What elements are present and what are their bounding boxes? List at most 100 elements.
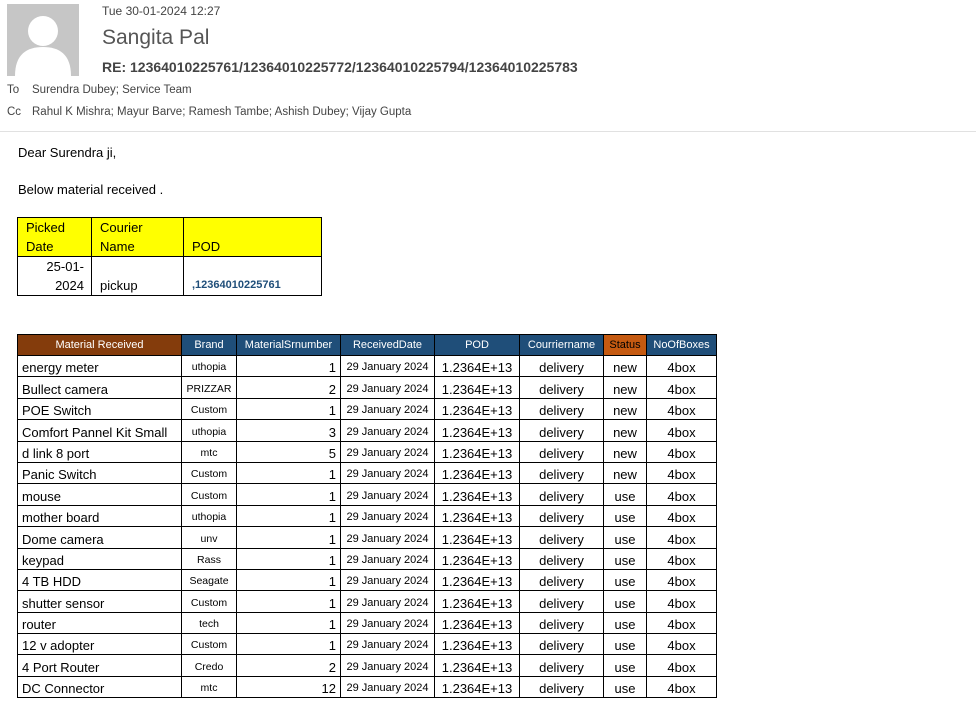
status-cell: use [603,590,647,613]
courier-cell: delivery [519,633,604,656]
material-table: Material Received Brand MaterialSrnumber… [17,334,717,699]
received-date-cell: 29 January 2024 [340,568,435,592]
boxes-cell: 4box [646,397,717,421]
pod-cell: 1.2364E+13 [434,354,520,378]
received-date-cell: 29 January 2024 [340,547,435,570]
boxes-cell: 4box [646,590,717,613]
table-row: keypad Rass 1 29 January 2024 1.2364E+13 deli… [17,547,717,570]
pod-cell: 1.2364E+13 [434,568,520,592]
pod-cell: 1.2364E+13 [434,611,520,635]
brand-cell: tech [181,611,237,635]
material-cell: Panic Switch [17,461,182,485]
courier-cell: delivery [519,568,604,592]
courier-name-cell: pickup [91,256,184,296]
boxes-cell: 4box [646,376,717,399]
courier-cell: delivery [519,419,604,442]
status-cell: new [603,376,647,399]
material-cell: energy meter [17,354,182,378]
cc-line: Cc Rahul K Mishra; Mayur Barve; Ramesh Ta… [7,106,411,118]
status-cell: use [603,568,647,592]
header-material-received: Material Received [17,334,182,356]
courier-cell: delivery [519,675,604,699]
table-row: 4 TB HDD Seagate 1 29 January 2024 1.2364E+1… [17,568,717,592]
received-date-cell: 29 January 2024 [340,461,435,485]
table-row: mother board uthopia 1 29 January 2024 1.236… [17,504,717,528]
header-status: Status [603,334,647,356]
boxes-cell: 4box [646,483,717,506]
status-cell: new [603,461,647,485]
material-cell: 4 TB HDD [17,568,182,592]
brand-cell: mtc [181,675,237,699]
brand-cell: PRIZZAR [181,376,237,399]
header-courier-name: Courier Name [91,217,184,257]
to-line: To Surendra Dubey; Service Team [7,84,192,96]
material-cell: Bullect camera [17,376,182,399]
boxes-cell: 4box [646,654,717,677]
sender-avatar [7,4,79,76]
received-date-cell: 29 January 2024 [340,483,435,506]
pod-cell: 1.2364E+13 [434,419,520,442]
courier-cell: delivery [519,654,604,677]
boxes-cell: 4box [646,440,717,463]
boxes-cell: 4box [646,504,717,528]
pod-cell: 1.2364E+13 [434,547,520,570]
table-row: router tech 1 29 January 2024 1.2364E+13 deli… [17,611,717,635]
intro-text: Below material received . [18,182,164,197]
table-row: mouse Custom 1 29 January 2024 1.2364E+13 del… [17,483,717,506]
srnumber-cell: 12 [236,675,341,699]
status-cell: new [603,397,647,421]
pod-cell: 1.2364E+13 [434,483,520,506]
material-table-body: energy meter uthopia 1 29 January 2024 1.236… [17,354,717,699]
to-recipients[interactable]: Surendra Dubey; Service Team [32,84,192,96]
received-date-cell: 29 January 2024 [340,419,435,442]
status-cell: use [603,504,647,528]
status-cell: use [603,611,647,635]
header-pod: POD [183,217,322,257]
cc-recipients[interactable]: Rahul K Mishra; Mayur Barve; Ramesh Tamb… [32,106,411,118]
courier-cell: delivery [519,397,604,421]
picked-date-cell: 25-01-2024 [17,256,92,296]
boxes-cell: 4box [646,547,717,570]
brand-cell: Custom [181,397,237,421]
brand-cell: Custom [181,633,237,656]
courier-cell: delivery [519,376,604,399]
pod-cell: ,12364010225761 [183,256,322,296]
material-cell: Dome camera [17,526,182,549]
courier-cell: delivery [519,547,604,570]
table-row: Bullect camera PRIZZAR 2 29 January 2024 1.2… [17,376,717,399]
header-picked-date: Picked Date [17,217,92,257]
header-noofboxes: NoOfBoxes [646,334,717,356]
person-silhouette-icon [15,16,71,76]
srnumber-cell: 1 [236,590,341,613]
table-row: shutter sensor Custom 1 29 January 2024 1.23… [17,590,717,613]
courier-cell: delivery [519,526,604,549]
header-courriername: Courriername [519,334,604,356]
boxes-cell: 4box [646,568,717,592]
pickup-data-row: 25-01-2024 pickup ,12364010225761 [17,256,322,296]
material-cell: Comfort Pannel Kit Small [17,419,182,442]
received-date-cell: 29 January 2024 [340,675,435,699]
boxes-cell: 4box [646,419,717,442]
table-row: Comfort Pannel Kit Small uthopia 3 29 Janua… [17,419,717,442]
received-date-cell: 29 January 2024 [340,504,435,528]
status-cell: use [603,675,647,699]
greeting-text: Dear Surendra ji, [18,145,117,160]
material-cell: mouse [17,483,182,506]
srnumber-cell: 1 [236,461,341,485]
boxes-cell: 4box [646,461,717,485]
sender-name[interactable]: Sangita Pal [102,26,209,50]
pod-cell: 1.2364E+13 [434,461,520,485]
courier-cell: delivery [519,504,604,528]
to-label: To [7,84,20,96]
status-cell: new [603,419,647,442]
table-row: DC Connector mtc 12 29 January 2024 1.2364E+… [17,675,717,699]
sent-date: Tue 30-01-2024 12:27 [102,4,221,18]
header-pod: POD [434,334,520,356]
pod-cell: 1.2364E+13 [434,376,520,399]
pod-cell: 1.2364E+13 [434,654,520,677]
table-row: energy meter uthopia 1 29 January 2024 1.236… [17,354,717,378]
status-cell: new [603,440,647,463]
brand-cell: mtc [181,440,237,463]
boxes-cell: 4box [646,526,717,549]
brand-cell: uthopia [181,419,237,442]
